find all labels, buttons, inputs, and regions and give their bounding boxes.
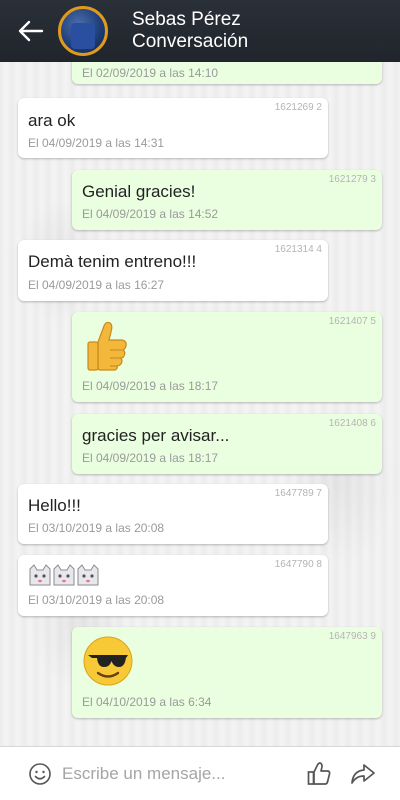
message-bubble-incoming[interactable]: 1647789 7 Hello!!! El 03/10/2019 a las 2…	[18, 484, 328, 544]
message-time: El 02/09/2019 a las 14:10	[82, 66, 219, 80]
message-composer	[0, 746, 400, 800]
message-bubble-outgoing[interactable]: 1647963 9 El 04/10/2019 a las 6:34	[72, 627, 382, 718]
message-time: El 04/09/2019 a las 14:31	[28, 136, 165, 150]
thumbs-up-icon	[307, 761, 331, 785]
message-bubble-outgoing[interactable]: 1621408 6 gracies per avisar... El 04/09…	[72, 414, 382, 474]
message-text: Hello!!!	[28, 496, 81, 515]
message-time: El 04/09/2019 a las 14:52	[82, 207, 219, 221]
forward-button[interactable]	[350, 761, 376, 787]
conversation-subtitle: Conversación	[132, 31, 249, 52]
message-time: El 04/09/2019 a las 18:17	[82, 451, 219, 465]
cat-face-emoji-icon	[29, 564, 99, 586]
message-id: 1647790 8	[274, 559, 322, 570]
sunglasses-emoji-icon	[83, 636, 133, 686]
message-time: El 03/10/2019 a las 20:08	[28, 593, 165, 607]
thumbs-up-emoji-icon	[87, 321, 127, 371]
forward-arrow-icon	[351, 763, 375, 784]
contact-info[interactable]: Sebas Pérez Conversación	[132, 9, 248, 53]
message-bubble-outgoing[interactable]: El 02/09/2019 a las 14:10	[72, 62, 382, 84]
smiley-icon	[29, 762, 51, 785]
message-bubble-incoming[interactable]: 1647790 8 El 03/10/2019 a las 20:08	[18, 555, 328, 616]
message-time: El 03/10/2019 a las 20:08	[28, 521, 165, 535]
message-id: 1647963 9	[328, 631, 376, 642]
message-bubble-outgoing[interactable]: 1621279 3 Genial gracies! El 04/09/2019 …	[72, 170, 382, 230]
arrow-left-icon	[18, 20, 44, 42]
message-text: ara ok	[28, 111, 76, 130]
message-id: 1621408 6	[328, 418, 376, 429]
message-id: 1621279 3	[328, 174, 376, 185]
message-time: El 04/10/2019 a las 6:34	[82, 695, 212, 709]
chat-header: Sebas Pérez Conversación	[0, 0, 400, 62]
emoji-button[interactable]	[28, 762, 52, 786]
message-bubble-outgoing[interactable]: 1621407 5 El 04/09/2019 a las 18:17	[72, 312, 382, 402]
message-id: 1621407 5	[328, 316, 376, 327]
message-list[interactable]: El 02/09/2019 a las 14:10 1621269 2 ara …	[0, 62, 400, 746]
back-button[interactable]	[8, 0, 54, 62]
message-text: gracies per avisar...	[82, 426, 230, 445]
message-text: Genial gracies!	[82, 182, 196, 201]
message-time: El 04/09/2019 a las 18:17	[82, 379, 219, 393]
contact-name: Sebas Pérez	[132, 9, 241, 30]
message-id: 1621314 4	[274, 244, 322, 255]
avatar[interactable]	[58, 6, 108, 56]
message-text: Demà tenim entreno!!!	[28, 252, 197, 271]
message-bubble-incoming[interactable]: 1621269 2 ara ok El 04/09/2019 a las 14:…	[18, 98, 328, 158]
message-input[interactable]	[62, 758, 292, 789]
message-id: 1647789 7	[274, 488, 322, 499]
message-time: El 04/09/2019 a las 16:27	[28, 278, 165, 292]
like-button[interactable]	[306, 761, 332, 787]
message-id: 1621269 2	[274, 102, 322, 113]
message-bubble-incoming[interactable]: 1621314 4 Demà tenim entreno!!! El 04/09…	[18, 240, 328, 301]
